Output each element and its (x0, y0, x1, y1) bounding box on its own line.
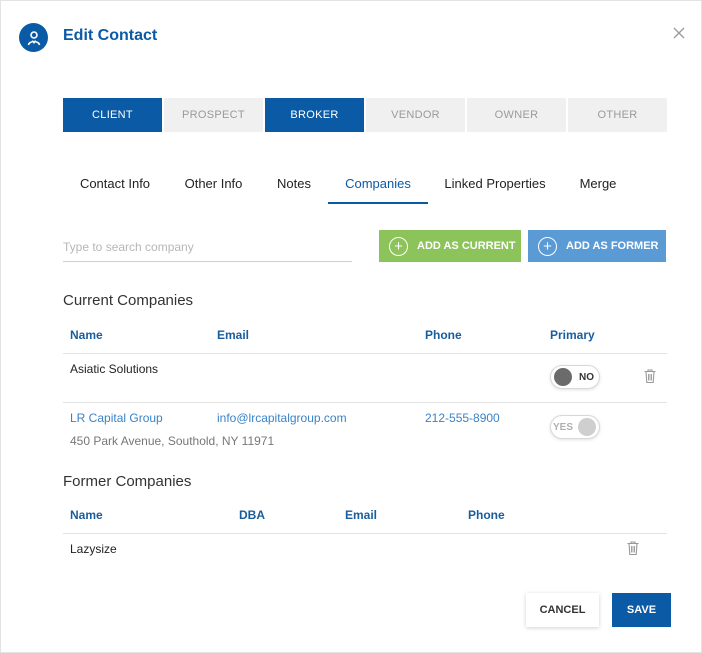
former-company-name: Lazysize (70, 542, 117, 556)
primary-toggle[interactable]: NO (550, 365, 600, 389)
type-owner-button[interactable]: OWNER (467, 98, 566, 132)
cancel-button[interactable]: CANCEL (526, 593, 599, 627)
trash-icon[interactable] (626, 540, 640, 556)
close-icon[interactable] (670, 24, 688, 42)
former-companies-title: Former Companies (63, 473, 192, 490)
company-search-input[interactable] (63, 233, 352, 262)
plus-circle-icon: + (389, 236, 408, 256)
type-broker-button[interactable]: BROKER (265, 98, 364, 132)
contact-type-group: CLIENT PROSPECT BROKER VENDOR OWNER OTHE… (63, 98, 667, 132)
add-as-current-label: ADD AS CURRENT (417, 240, 516, 252)
current-header-email: Email (217, 328, 250, 342)
tab-companies[interactable]: Companies (328, 163, 428, 204)
current-company-name: Asiatic Solutions (70, 362, 159, 376)
tab-linked-properties[interactable]: Linked Properties (428, 163, 562, 204)
add-as-current-button[interactable]: + ADD AS CURRENT (379, 230, 521, 262)
save-button[interactable]: SAVE (612, 593, 671, 627)
current-company-name-link[interactable]: LR Capital Group (70, 411, 163, 425)
divider (63, 533, 667, 534)
plus-circle-icon: + (538, 236, 557, 256)
add-as-former-label: ADD AS FORMER (566, 240, 659, 252)
tab-merge[interactable]: Merge (562, 163, 634, 204)
divider (63, 402, 667, 403)
dialog-title: Edit Contact (63, 27, 158, 44)
tab-other-info[interactable]: Other Info (167, 163, 260, 204)
type-prospect-button[interactable]: PROSPECT (164, 98, 263, 132)
edit-contact-dialog: Edit Contact CLIENT PROSPECT BROKER VEND… (0, 0, 702, 653)
type-vendor-button[interactable]: VENDOR (366, 98, 465, 132)
divider (63, 353, 667, 354)
toggle-knob (578, 418, 596, 436)
type-other-button[interactable]: OTHER (568, 98, 667, 132)
current-companies-title: Current Companies (63, 292, 194, 309)
former-header-email: Email (345, 508, 378, 522)
current-header-phone: Phone (425, 328, 462, 342)
current-company-phone-link[interactable]: 212-555-8900 (425, 411, 500, 425)
toggle-knob (554, 368, 572, 386)
primary-toggle-label: YES (552, 421, 573, 433)
add-as-former-button[interactable]: + ADD AS FORMER (528, 230, 666, 262)
primary-toggle-label: NO (579, 371, 594, 383)
primary-toggle[interactable]: YES (550, 415, 600, 439)
tab-bar: Contact Info Other Info Notes Companies … (63, 163, 634, 204)
trash-icon[interactable] (643, 368, 657, 384)
current-header-name: Name (70, 328, 103, 342)
current-company-address: 450 Park Avenue, Southold, NY 11971 (70, 434, 275, 448)
former-header-phone: Phone (468, 508, 505, 522)
current-company-email-link[interactable]: info@lrcapitalgroup.com (217, 411, 347, 425)
current-header-primary: Primary (550, 328, 595, 342)
type-client-button[interactable]: CLIENT (63, 98, 162, 132)
former-header-dba: DBA (239, 508, 265, 522)
tab-notes[interactable]: Notes (260, 163, 328, 204)
former-header-name: Name (70, 508, 103, 522)
tab-contact-info[interactable]: Contact Info (63, 163, 167, 204)
contact-icon (19, 23, 48, 52)
